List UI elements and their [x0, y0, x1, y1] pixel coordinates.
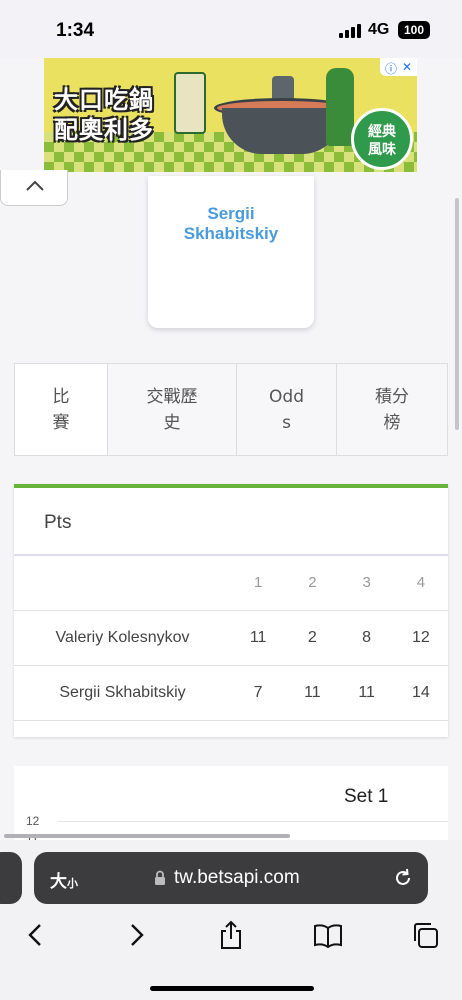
tab-label: 賽 — [52, 412, 70, 433]
url-text[interactable]: tw.betsapi.com — [174, 867, 300, 889]
text-size-button[interactable]: 大小 — [50, 867, 78, 892]
drink-can-image — [174, 72, 206, 134]
set-score-cell: 12 — [393, 609, 448, 665]
table-row: Valeriy Kolesnykov 11 2 8 12 — [14, 609, 448, 665]
text-size-label: 大 — [50, 872, 67, 892]
tab-label: 積分 — [375, 386, 409, 407]
header-cell: 1 — [231, 554, 286, 610]
browser-toolbar: 大小 tw.betsapi.com — [0, 840, 462, 1000]
table-header-row: 1 2 3 4 — [14, 554, 448, 610]
chevron-up-icon — [26, 180, 44, 191]
back-icon[interactable] — [22, 920, 52, 950]
lock-icon — [155, 870, 165, 885]
score-title: Pts — [44, 512, 72, 533]
chart-tick-label: 12 — [26, 814, 40, 828]
table-row: Sergii Skhabitskiy 7 11 11 14 — [14, 664, 448, 721]
set-chart: Set 1 12 11 — [14, 766, 448, 840]
tab-label: 交戰歷 — [146, 386, 198, 407]
set-score-cell: 8 — [339, 609, 394, 665]
player-name-cell[interactable]: Sergii Skhabitskiy — [14, 664, 231, 721]
player-name-cell[interactable]: Valeriy Kolesnykov — [14, 609, 231, 665]
ad-badge-line2: 風味 — [368, 142, 396, 158]
header-cell — [14, 554, 231, 610]
ad-headline-2: 配奧利多 — [54, 116, 154, 144]
tab-odds[interactable]: Odd s — [237, 364, 337, 455]
share-icon[interactable] — [216, 920, 246, 950]
tabs-icon[interactable] — [410, 920, 440, 950]
hotpot-image — [222, 108, 342, 154]
header-cell: 2 — [285, 554, 340, 610]
tab-head-to-head[interactable]: 交戰歷史 — [108, 364, 237, 455]
web-page[interactable]: 大口吃鍋 配奧利多 經典 風味 ⓘ ✕ Sergii Skhabitskiy 比… — [0, 58, 462, 840]
chart-title: Set 1 — [344, 786, 389, 807]
ad-banner[interactable]: 大口吃鍋 配奧利多 經典 風味 ⓘ ✕ — [44, 58, 417, 172]
tab-label: s — [282, 412, 291, 433]
text-size-small-label: 小 — [67, 877, 78, 890]
previous-tab-peek[interactable] — [0, 852, 22, 904]
set-score-cell: 2 — [285, 609, 340, 665]
address-bar[interactable]: 大小 tw.betsapi.com — [34, 852, 428, 904]
player-name[interactable]: Sergii Skhabitskiy — [148, 204, 314, 244]
tab-match[interactable]: 比賽 — [15, 364, 108, 455]
set-score-cell: 11 — [339, 664, 394, 721]
tab-label: 榜 — [383, 412, 401, 433]
reload-icon[interactable] — [392, 867, 414, 889]
set-score-cell: 11 — [285, 664, 340, 721]
player-card[interactable]: Sergii Skhabitskiy — [148, 176, 314, 328]
battery-icon: 100 — [398, 21, 430, 39]
ad-choices[interactable]: ⓘ ✕ — [380, 58, 417, 76]
network-type: 4G — [368, 21, 390, 38]
set-score-cell: 14 — [393, 664, 448, 721]
tab-label: Odd — [269, 386, 304, 407]
set-score-cell: 11 — [231, 609, 286, 665]
info-icon[interactable]: ⓘ — [385, 60, 397, 77]
signal-icon — [339, 24, 361, 38]
forward-icon[interactable] — [120, 920, 150, 950]
set-score-cell: 7 — [231, 664, 286, 721]
ad-badge: 經典 風味 — [351, 108, 413, 170]
home-indicator[interactable] — [150, 986, 314, 991]
tab-label: 史 — [163, 412, 181, 433]
score-table: 1 2 3 4 Valeriy Kolesnykov 11 2 8 12 Ser… — [14, 554, 448, 721]
tab-standings[interactable]: 積分榜 — [337, 364, 447, 455]
status-bar: 1:34 4G 100 — [0, 0, 462, 58]
status-time: 1:34 — [56, 20, 95, 41]
tab-label: 比 — [52, 386, 70, 407]
collapse-ad-button[interactable] — [0, 170, 68, 206]
ad-badge-line1: 經典 — [368, 124, 396, 140]
score-card: Pts 1 2 3 4 Valeriy Kolesnykov 11 2 8 12… — [14, 484, 448, 737]
bookmarks-icon[interactable] — [313, 920, 343, 950]
vertical-scrollbar[interactable] — [455, 198, 459, 430]
match-tabs: 比賽 交戰歷史 Odd s 積分榜 — [14, 363, 448, 456]
horizontal-scrollbar[interactable] — [4, 834, 290, 838]
close-icon[interactable]: ✕ — [402, 60, 412, 74]
header-cell: 4 — [393, 554, 448, 610]
chart-gridline — [58, 821, 448, 822]
header-cell: 3 — [339, 554, 394, 610]
drink-bottle-image — [326, 68, 354, 146]
